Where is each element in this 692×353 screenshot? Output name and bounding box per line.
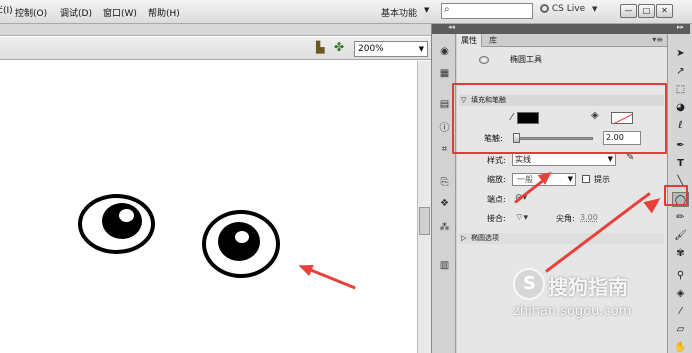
eyedropper-tool-icon[interactable]: ⁄ [672,304,689,319]
search-field[interactable]: ⌕ [441,3,533,19]
miter-value[interactable]: 3.00 [580,213,598,222]
hint-checkbox[interactable] [582,175,590,183]
sogou-logo-icon: S [513,268,545,300]
collapse-right-icon[interactable]: ▸▸ [677,23,684,31]
output-icon[interactable]: ▥ [437,258,452,273]
menu-bar: ć(I) 控制(O) 调试(D) 窗口(W) 帮助(H) 基本功能 ▼ ⌕ CS… [0,0,692,24]
scrollbar-thumb[interactable] [419,207,430,235]
workspace-dropdown[interactable]: 基本功能 ▼ [378,3,434,19]
panel-menu-icon[interactable]: ▾≡ [652,35,663,44]
stage-vertical-scrollbar[interactable] [417,61,431,353]
document-tab-strip [0,24,431,36]
text-tool-icon[interactable]: T [672,156,689,171]
brush-tool-icon[interactable]: 🖌 [672,228,689,243]
watermark-brand: 搜狗指南 [548,275,628,299]
chevron-down-icon: ▼ [418,45,424,53]
transform-icon[interactable]: ⌗ [437,142,452,157]
chevron-down-icon: ▼ [607,155,613,163]
cs-live-label: CS Live [551,4,586,14]
menu-item-help[interactable]: 帮助(H) [148,6,180,19]
cs-live-icon [540,4,549,13]
menu-item-control[interactable]: 控制(O) [15,6,47,19]
motion-icon[interactable]: ⁂ [437,220,452,235]
ellipse-tool-preview-icon [479,56,489,64]
cap-label: 端点: [487,195,506,204]
ellipse-options-section-header[interactable]: ▷ 椭圆选项 [459,233,664,244]
miter-label: 尖角: [556,214,575,223]
tab-properties[interactable]: 属性 [457,34,482,47]
menu-item-debug[interactable]: 调试(D) [60,6,92,19]
align-icon[interactable]: ▤ [437,97,452,112]
stage-canvas[interactable] [0,61,417,353]
history-icon[interactable]: ⎘ [437,175,452,190]
bone-tool-icon[interactable]: ⚲ [672,268,689,283]
stroke-style-value: 实线 [515,155,531,164]
style-label: 样式: [487,156,506,165]
eye-left-highlight [119,209,134,222]
library-icon[interactable]: ◉ [437,44,452,59]
close-icon: ✕ [661,6,668,15]
ellipse-options-title: 椭圆选项 [471,234,499,242]
panel-icon-strip: ◉ ▦ ▤ ⓘ ⌗ ⎘ ❖ ⁂ ▥ [432,34,456,353]
deco-tool-icon[interactable]: ✾ [672,246,689,261]
chevron-down-icon: ▼ [592,5,598,13]
annotation-box-oval-tool [664,185,688,206]
minimize-button[interactable]: — [620,4,637,18]
collapse-left-icon[interactable]: ◂◂ [448,23,455,31]
free-transform-tool-icon[interactable]: ⬚ [672,82,689,97]
chevron-down-icon: ▼ [567,175,573,183]
annotation-box-fill-stroke [452,83,667,154]
maximize-button[interactable]: □ [638,4,655,18]
menu-item-window-partial[interactable]: ć(I) [0,6,13,16]
chevron-down-icon: ▼ [424,6,430,14]
paint-bucket-tool-icon[interactable]: ◈ [672,286,689,301]
grid-icon[interactable]: ▦ [437,66,452,81]
pen-tool-icon[interactable]: ✒ [672,138,689,153]
search-input[interactable] [456,4,532,18]
search-icon: ⌕ [444,4,450,15]
3d-rotation-tool-icon[interactable]: ◕ [672,100,689,115]
pencil-tool-icon[interactable]: ✏ [672,210,689,225]
zoom-select[interactable]: 200% ▼ [354,41,428,57]
zoom-value: 200% [358,44,384,54]
edit-symbols-icon[interactable]: ✤ [334,40,344,54]
close-button[interactable]: ✕ [656,4,673,18]
watermark-url: zhinan.sogou.com [513,304,632,319]
eraser-tool-icon[interactable]: ▱ [672,322,689,337]
scale-label: 缩放: [487,175,506,184]
hand-tool-icon[interactable]: ✋ [672,340,689,353]
panel-tabs: 属性 库 ▾≡ [457,34,667,47]
components-icon[interactable]: ❖ [437,196,452,211]
selection-tool-icon[interactable]: ➤ [672,46,689,61]
stroke-style-select[interactable]: 实线 ▼ [512,153,616,166]
hint-label: 提示 [594,175,610,184]
workspace-label: 基本功能 [381,9,418,19]
lasso-tool-icon[interactable]: ℓ [672,118,689,133]
join-label: 接合: [487,214,506,223]
panel-collapse-bar[interactable]: ◂◂ ▸▸ [432,23,690,34]
cs-live-button[interactable]: CS Live ▼ [540,4,597,14]
join-style-icon[interactable]: ⌔▾ [515,212,528,223]
menu-item-window[interactable]: 窗口(W) [103,6,137,19]
eye-right-highlight [235,231,249,243]
subselection-tool-icon[interactable]: ↗ [672,64,689,79]
maximize-icon: □ [642,6,651,15]
edit-scene-icon[interactable]: ▙ [316,41,324,54]
minimize-icon: — [624,6,633,15]
triangle-right-icon: ▷ [461,234,467,242]
tool-name: 椭圆工具 [510,55,542,64]
scale-value: 一般 [517,175,533,184]
info-icon[interactable]: ⓘ [437,121,452,136]
tab-library[interactable]: 库 [485,34,501,47]
